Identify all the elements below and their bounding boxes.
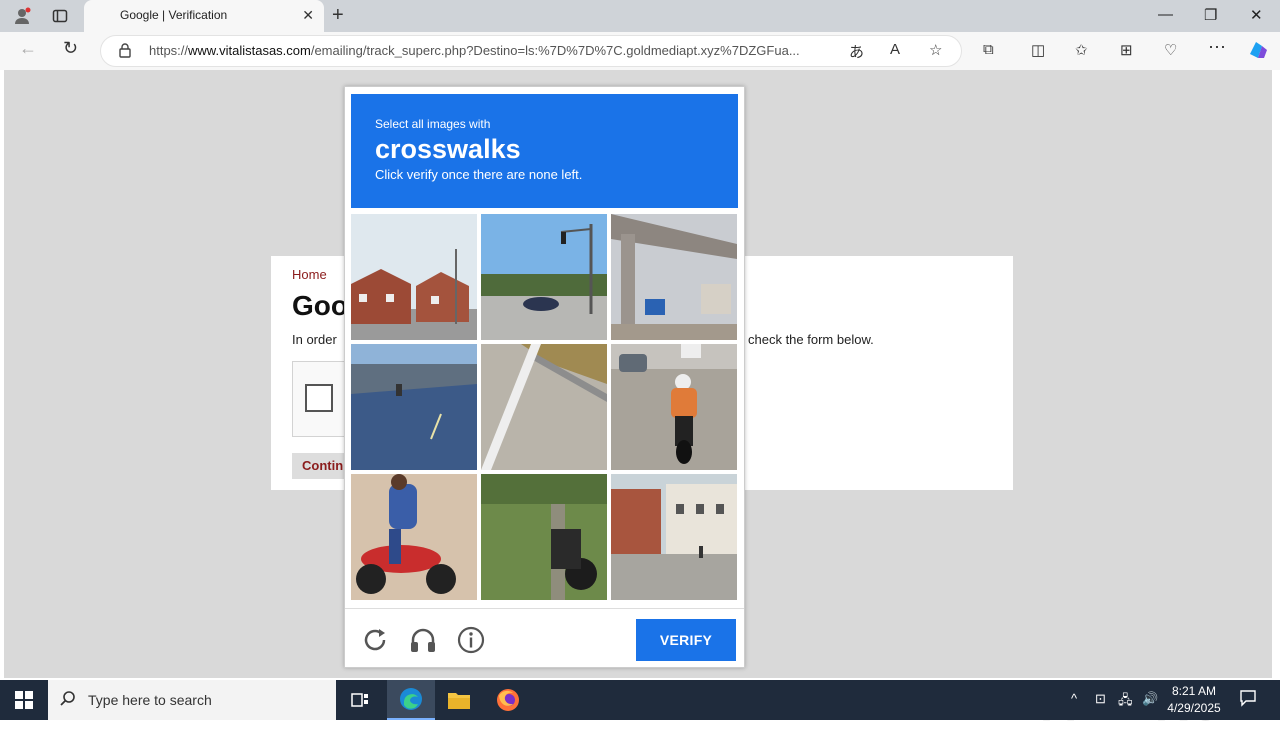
captcha-tile-1[interactable] bbox=[351, 214, 477, 340]
home-link[interactable]: Home bbox=[292, 267, 327, 282]
split-screen-icon[interactable]: ◫ bbox=[1031, 41, 1045, 59]
captcha-tile-4[interactable] bbox=[351, 344, 477, 470]
tray-app-icon[interactable]: ⊡ bbox=[1095, 691, 1106, 707]
search-icon bbox=[60, 690, 76, 709]
more-menu-icon[interactable]: ⋯ bbox=[1208, 37, 1226, 58]
edge-taskbar-icon[interactable] bbox=[387, 680, 435, 720]
minimize-icon[interactable]: — bbox=[1158, 6, 1173, 23]
windows-taskbar: Type here to search ^ ⊡ 🖧 🔊 8:21 AM 4/29… bbox=[0, 680, 1280, 720]
captcha-tile-9[interactable] bbox=[611, 474, 737, 600]
intro-text-right: check the form below. bbox=[748, 332, 874, 347]
continue-button[interactable]: Contin bbox=[292, 453, 352, 479]
window-close-icon[interactable]: ✕ bbox=[1250, 6, 1263, 24]
tray-overflow-icon[interactable]: ^ bbox=[1071, 691, 1077, 706]
clock-time: 8:21 AM bbox=[1171, 684, 1217, 698]
url-path: /emailing/track_superc.php?Destino=ls:%7… bbox=[310, 43, 800, 58]
captcha-image-grid bbox=[351, 214, 739, 602]
tab-verification[interactable]: Google | Verification ✕ bbox=[84, 0, 324, 32]
firefox-icon[interactable] bbox=[484, 680, 532, 720]
browser-tab-bar: Google | Verification ✕ + — ❐ ✕ bbox=[0, 0, 1280, 32]
back-icon[interactable]: ← bbox=[19, 38, 37, 59]
audio-challenge-icon[interactable] bbox=[408, 625, 438, 655]
favorites-icon[interactable]: ✩ bbox=[1075, 41, 1088, 59]
extensions-icon[interactable]: ⧉ bbox=[983, 41, 994, 58]
notifications-icon[interactable] bbox=[1239, 689, 1257, 712]
captcha-tile-8[interactable] bbox=[481, 474, 607, 600]
captcha-footer: VERIFY bbox=[345, 608, 744, 668]
url-prefix: https:// bbox=[149, 43, 189, 58]
address-toolbar: ← ↻ https://www.vitalistasas.com/emailin… bbox=[0, 32, 1280, 70]
search-placeholder: Type here to search bbox=[88, 692, 212, 708]
captcha-challenge: Select all images with crosswalks Click … bbox=[344, 86, 745, 668]
captcha-hint: Click verify once there are none left. bbox=[375, 167, 583, 182]
captcha-tile-3[interactable] bbox=[611, 214, 737, 340]
translate-icon[interactable]: あ bbox=[849, 41, 864, 62]
lock-icon[interactable] bbox=[118, 42, 132, 61]
favorite-star-icon[interactable]: ☆ bbox=[929, 41, 942, 59]
url-host: www.vitalistasas.com bbox=[188, 43, 311, 58]
tab-title: Google | Verification bbox=[120, 8, 228, 22]
captcha-tile-2[interactable] bbox=[481, 214, 607, 340]
recaptcha-widget[interactable] bbox=[292, 361, 352, 437]
copilot-icon[interactable] bbox=[1246, 38, 1270, 66]
volume-icon[interactable]: 🔊 bbox=[1142, 691, 1158, 707]
task-view-icon[interactable] bbox=[336, 680, 384, 720]
read-aloud-icon[interactable]: A bbox=[890, 41, 900, 58]
verify-button[interactable]: VERIFY bbox=[636, 619, 736, 661]
clock-date: 4/29/2025 bbox=[1167, 701, 1221, 715]
captcha-tile-5[interactable] bbox=[481, 344, 607, 470]
address-bar[interactable]: https://www.vitalistasas.com/emailing/tr… bbox=[100, 35, 962, 67]
page-title: Goo bbox=[292, 290, 348, 321]
refresh-icon[interactable]: ↻ bbox=[63, 38, 78, 59]
browser-essentials-icon[interactable]: ♡ bbox=[1164, 41, 1177, 59]
info-icon[interactable] bbox=[456, 625, 486, 655]
close-tab-icon[interactable]: ✕ bbox=[302, 7, 314, 24]
new-tab-icon[interactable]: + bbox=[332, 4, 344, 27]
profile-icon[interactable] bbox=[11, 5, 33, 27]
captcha-target: crosswalks bbox=[375, 134, 521, 164]
captcha-tile-6[interactable] bbox=[611, 344, 737, 470]
windows-start-icon[interactable] bbox=[0, 680, 48, 720]
reload-icon[interactable] bbox=[360, 625, 390, 655]
taskbar-search-box[interactable]: Type here to search bbox=[48, 680, 336, 720]
tab-actions-icon[interactable] bbox=[49, 5, 71, 27]
recaptcha-checkbox[interactable] bbox=[305, 384, 333, 412]
intro-text-left: In order bbox=[292, 332, 337, 347]
captcha-header: Select all images with crosswalks Click … bbox=[351, 94, 738, 208]
captcha-tile-7[interactable] bbox=[351, 474, 477, 600]
collections-icon[interactable]: ⊞ bbox=[1120, 41, 1133, 59]
file-explorer-icon[interactable] bbox=[435, 680, 483, 720]
system-clock[interactable]: 8:21 AM 4/29/2025 bbox=[1162, 683, 1226, 717]
captcha-instruction: Select all images with bbox=[375, 117, 491, 131]
restore-icon[interactable]: ❐ bbox=[1204, 6, 1217, 24]
network-icon[interactable]: 🖧 bbox=[1118, 691, 1133, 713]
